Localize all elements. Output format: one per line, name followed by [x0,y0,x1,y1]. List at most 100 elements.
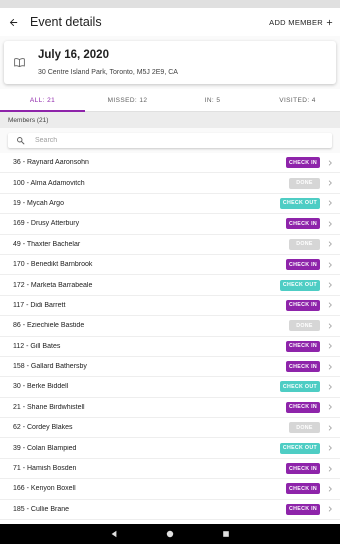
done-badge: DONE [289,177,320,189]
nav-back-button[interactable] [110,530,118,538]
chevron-right-icon [323,424,337,432]
done-badge: DONE [289,238,320,250]
check-in-badge[interactable]: CHECK IN [285,259,320,271]
tab-visited[interactable]: VISITED: 4 [255,89,340,111]
chevron-right-icon [323,199,337,207]
navigation-bar [0,524,340,544]
check-in-badge[interactable]: CHECK IN [285,463,320,475]
chevron-right-icon [323,281,337,289]
member-row[interactable]: 39 - Colan Blampied CHECK OUT [0,438,340,459]
chevron-right-icon [323,363,337,371]
member-name: 21 - Shane Birdwhistell [13,403,85,411]
arrow-back-icon [9,18,17,26]
member-name: 112 - Gill Bates [13,342,61,350]
member-row[interactable]: 71 - Hamish Bosden CHECK IN [0,459,340,480]
check-out-badge[interactable]: CHECK OUT [279,197,320,209]
search-input[interactable] [33,136,307,145]
nav-home-button[interactable] [166,530,174,538]
member-row[interactable]: 30 - Berke Biddell CHECK OUT [0,377,340,398]
status-bar [0,0,340,8]
members-header: Members (21) [0,112,340,128]
check-in-badge[interactable]: CHECK IN [285,218,320,230]
member-list: 36 - Raynard Aaronsohn CHECK IN 100 - Alma… [0,153,340,541]
tab-missed[interactable]: MISSED: 12 [85,89,170,111]
done-badge: DONE [289,422,320,434]
nav-recents-button[interactable] [222,530,230,538]
member-name: 169 - Drusy Atterbury [13,220,80,228]
nav-recents-icon [223,531,229,537]
member-name: 49 - Thaxter Bachelar [13,240,81,248]
chevron-right-icon [323,301,337,309]
member-row[interactable]: 19 - Mycah Argo CHECK OUT [0,194,340,215]
member-name: 185 - Cullie Brane [13,505,70,513]
check-out-badge[interactable]: CHECK OUT [279,279,320,291]
member-row[interactable]: 36 - Raynard Aaronsohn CHECK IN [0,153,340,174]
page-title: Event details [30,15,102,29]
member-name: 172 - Marketa Barrabeale [13,281,93,289]
event-card: July 16, 2020 30 Centre Island Park, Tor… [4,41,336,84]
member-name: 71 - Hamish Bosden [13,465,77,473]
chevron-right-icon [323,159,337,167]
chevron-right-icon [323,240,337,248]
check-in-badge[interactable]: CHECK IN [285,299,320,311]
member-row[interactable]: 170 - Benedikt Barnbrook CHECK IN [0,255,340,276]
search-icon [16,136,25,145]
book-icon [12,56,26,69]
member-row[interactable]: 49 - Thaxter Bachelar DONE [0,235,340,255]
chevron-right-icon [323,220,337,228]
chevron-right-icon [323,505,337,513]
check-out-badge[interactable]: CHECK OUT [279,381,320,393]
chevron-right-icon [323,383,337,391]
member-name: 19 - Mycah Argo [13,199,64,207]
done-badge: DONE [289,320,320,332]
member-row[interactable]: 158 - Gallard Bathersby CHECK IN [0,357,340,378]
plus-icon [326,19,333,25]
back-button[interactable] [6,15,20,29]
chevron-right-icon [323,485,337,493]
member-name: 117 - Didi Barrett [13,301,66,309]
check-in-badge[interactable]: CHECK IN [285,157,320,169]
check-in-badge[interactable]: CHECK IN [285,361,320,373]
chevron-right-icon [323,403,337,411]
check-in-badge[interactable]: CHECK IN [285,483,320,495]
chevron-right-icon [323,342,337,350]
member-row[interactable]: 172 - Marketa Barrabeale CHECK OUT [0,275,340,296]
check-in-badge[interactable]: CHECK IN [285,340,320,352]
chevron-right-icon [323,465,337,473]
chevron-right-icon [323,179,337,187]
check-in-badge[interactable]: CHECK IN [285,503,320,515]
member-name: 39 - Colan Blampied [13,444,77,452]
check-out-badge[interactable]: CHECK OUT [279,442,320,454]
tab-bar: ALL: 21 MISSED: 12 IN: 5 VISITED: 4 [0,89,340,112]
member-name: 100 - Alma Adamovitch [13,179,85,187]
member-name: 158 - Gallard Bathersby [13,363,87,371]
app-bar: Event details ADD MEMBER [0,8,340,36]
member-name: 62 - Cordey Blakes [13,424,73,432]
member-row[interactable]: 166 - Kenyon Boxell CHECK IN [0,479,340,500]
member-name: 30 - Berke Biddell [13,383,69,391]
check-in-badge[interactable]: CHECK IN [285,401,320,413]
search-box [8,133,332,148]
member-row[interactable]: 185 - Cullie Brane CHECK IN [0,500,340,521]
event-address: 30 Centre Island Park, Toronto, M5J 2E9,… [38,69,178,76]
chevron-right-icon [323,444,337,452]
chevron-right-icon [323,261,337,269]
chevron-right-icon [323,322,337,330]
member-row[interactable]: 100 - Alma Adamovitch DONE [0,173,340,194]
member-row[interactable]: 112 - Gill Bates CHECK IN [0,337,340,357]
tab-all[interactable]: ALL: 21 [0,89,85,112]
member-name: 170 - Benedikt Barnbrook [13,261,93,269]
tab-in[interactable]: IN: 5 [170,89,255,111]
member-row[interactable]: 21 - Shane Birdwhistell CHECK IN [0,398,340,419]
member-name: 36 - Raynard Aaronsohn [13,159,89,167]
add-member-button[interactable]: ADD MEMBER [269,18,334,27]
nav-back-icon [111,530,117,538]
member-row[interactable]: 117 - Didi Barrett CHECK IN [0,296,340,317]
member-name: 86 - Eziechiele Bastide [13,322,85,330]
add-member-label: ADD MEMBER [269,17,323,27]
member-row[interactable]: 169 - Drusy Atterbury CHECK IN [0,214,340,235]
event-date: July 16, 2020 [38,49,109,61]
member-row[interactable]: 62 - Cordey Blakes DONE [0,418,340,439]
member-name: 166 - Kenyon Boxell [13,485,76,493]
member-row[interactable]: 86 - Eziechiele Bastide DONE [0,316,340,337]
